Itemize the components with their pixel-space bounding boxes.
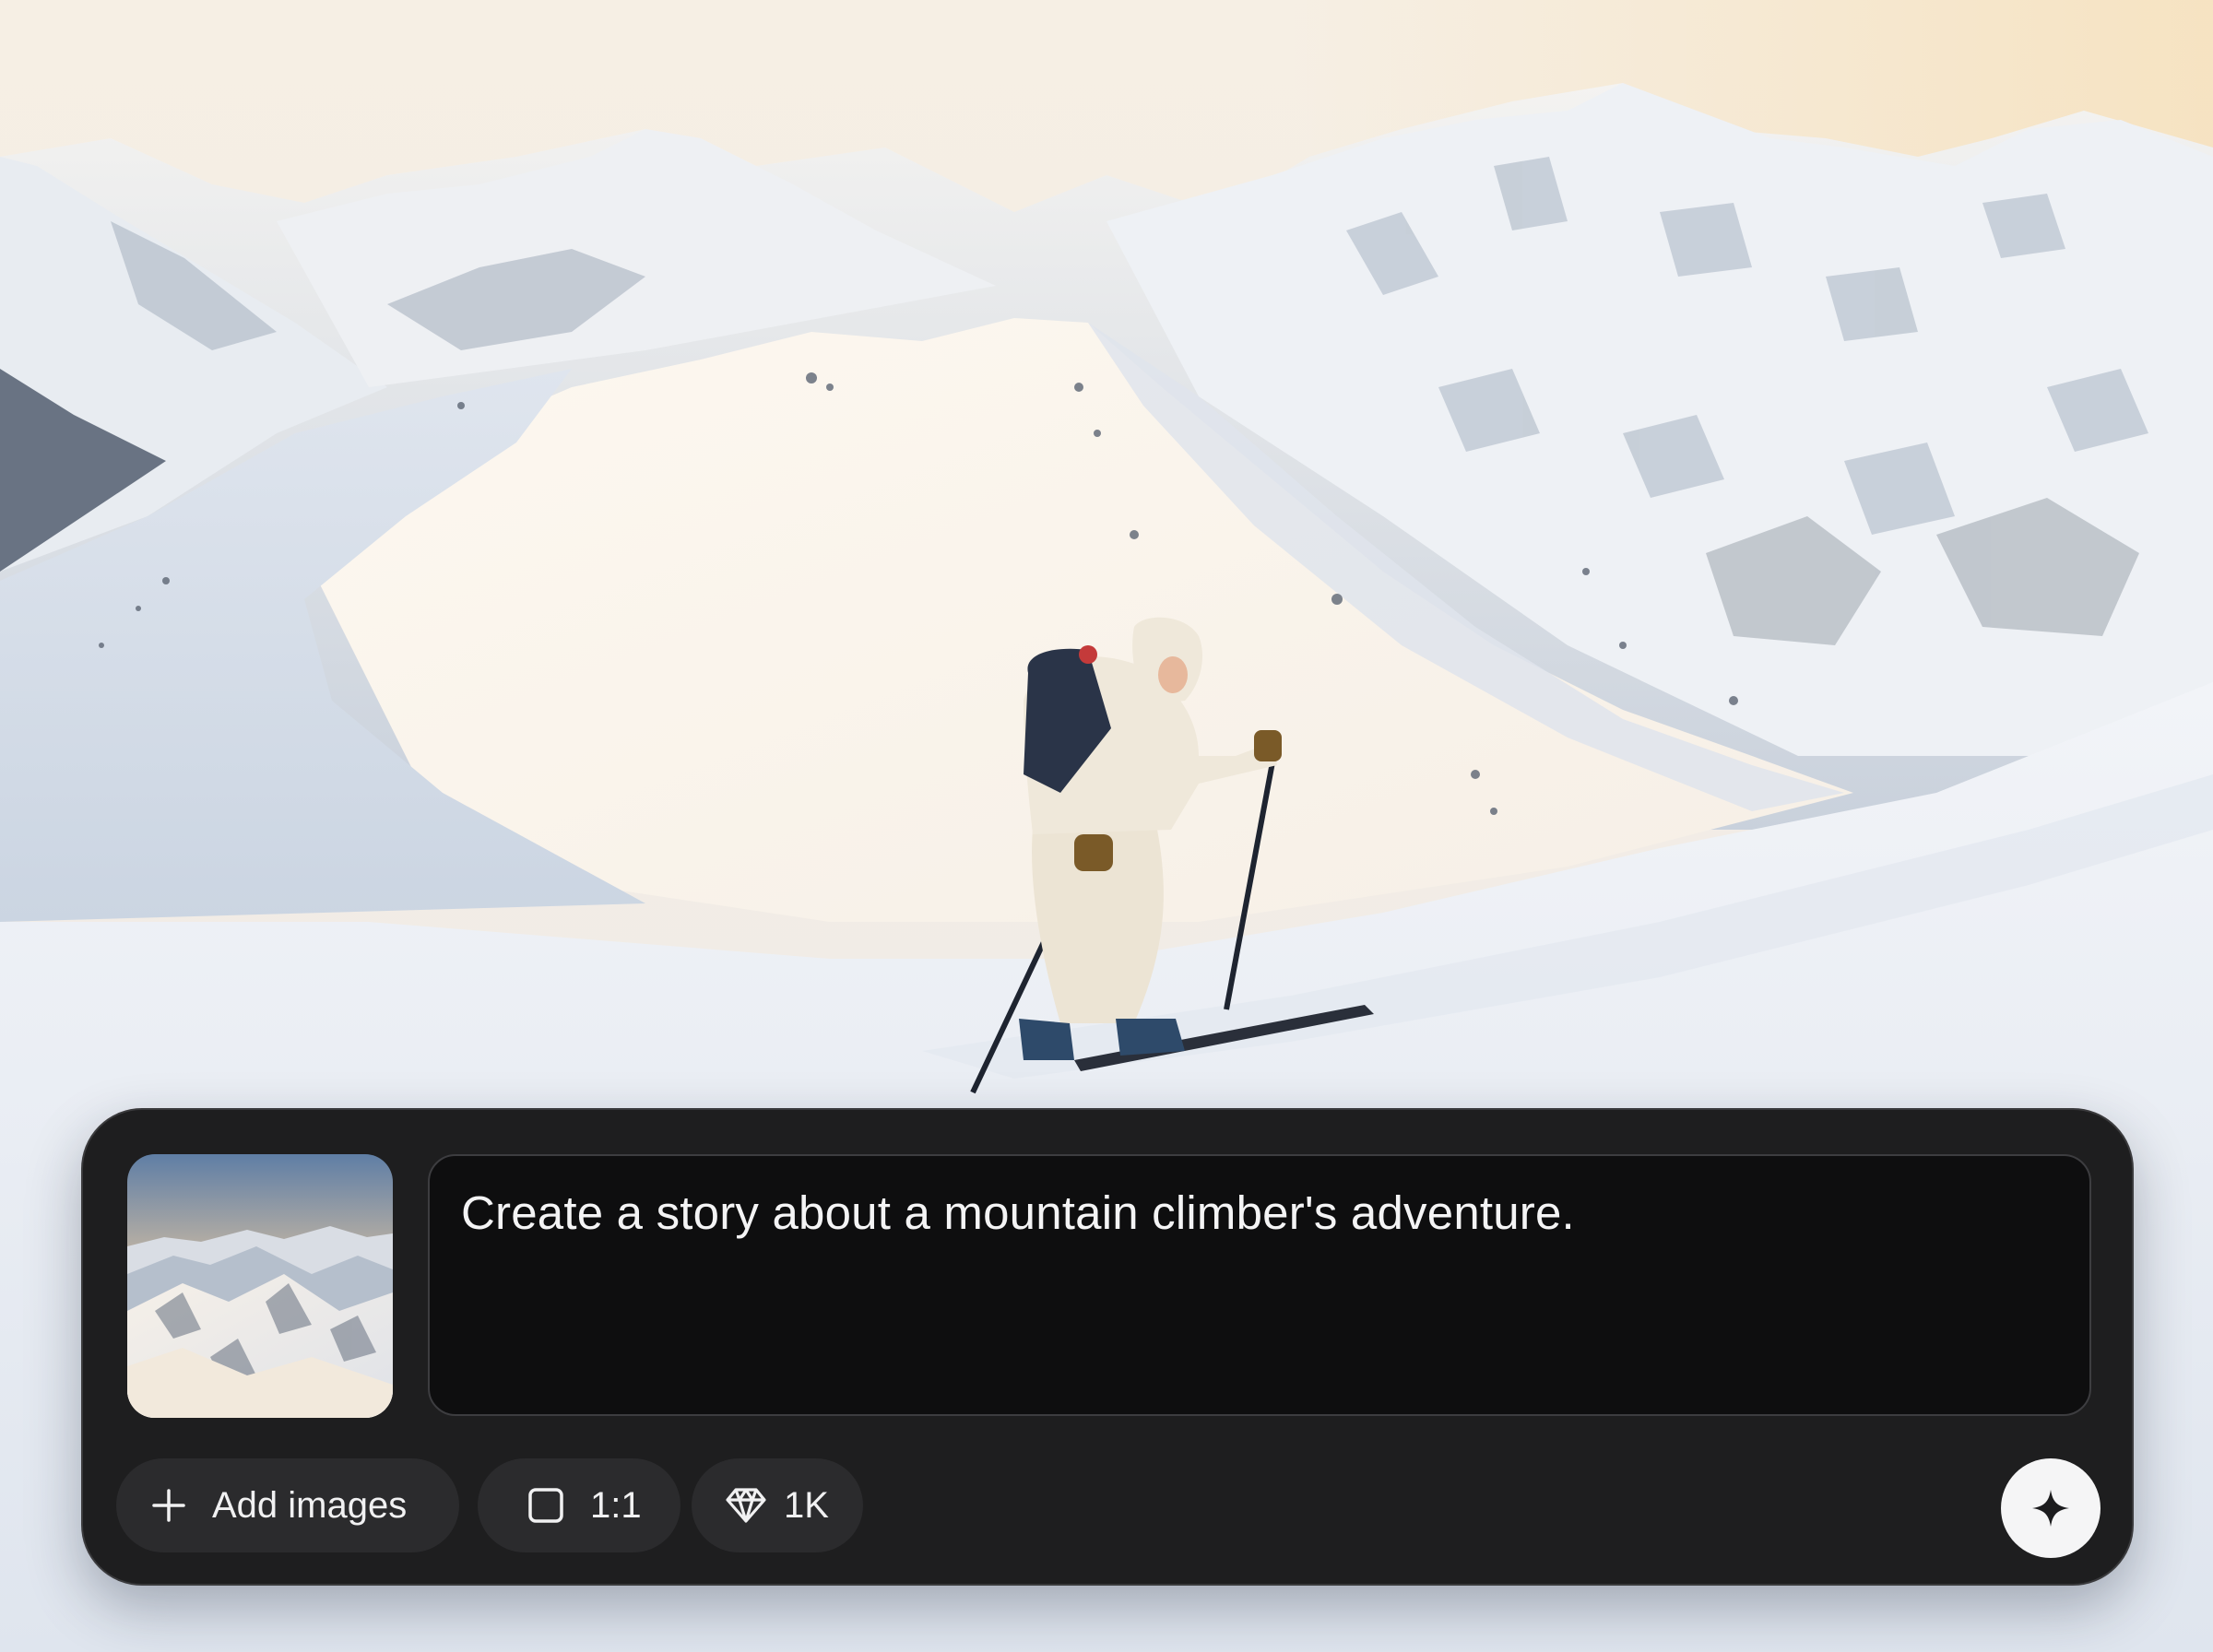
add-images-label: Add images	[212, 1484, 408, 1526]
add-images-button[interactable]: Add images	[116, 1458, 459, 1552]
aspect-ratio-label: 1:1	[590, 1484, 642, 1526]
prompt-composer: Create a story about a mountain climber'…	[81, 1108, 2134, 1586]
resolution-button[interactable]: 1K	[692, 1458, 863, 1552]
resolution-label: 1K	[784, 1484, 829, 1526]
square-icon	[528, 1488, 563, 1523]
plus-icon	[152, 1489, 185, 1522]
reference-image-thumbnail[interactable]	[127, 1154, 393, 1418]
generate-button[interactable]	[2001, 1458, 2101, 1558]
prompt-text: Create a story about a mountain climber'…	[461, 1186, 1575, 1239]
diamond-icon	[726, 1488, 766, 1523]
sparkle-icon	[2032, 1490, 2069, 1527]
aspect-ratio-button[interactable]: 1:1	[478, 1458, 680, 1552]
prompt-input[interactable]: Create a story about a mountain climber'…	[428, 1154, 2091, 1416]
mountain-range-thumbnail	[127, 1154, 393, 1418]
